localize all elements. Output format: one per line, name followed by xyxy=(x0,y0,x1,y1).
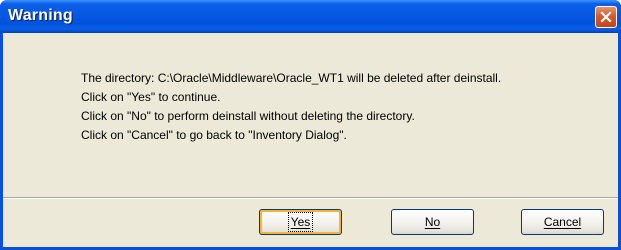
button-separator xyxy=(3,197,618,199)
message-line-no: Click on "No" to perform deinstall witho… xyxy=(81,109,415,123)
close-icon xyxy=(600,11,612,23)
message-line-yes: Click on "Yes" to continue. xyxy=(81,90,221,104)
close-button[interactable] xyxy=(595,6,617,28)
dialog-title: Warning xyxy=(8,7,73,24)
message-text: The directory: C:\Oracle\Middleware\Orac… xyxy=(81,69,501,145)
no-button[interactable]: No xyxy=(391,209,474,235)
cancel-button-label: Cancel xyxy=(543,215,582,229)
title-bar[interactable]: Warning xyxy=(0,0,621,33)
dialog-body: The directory: C:\Oracle\Middleware\Orac… xyxy=(3,33,618,247)
yes-button-label: Yes xyxy=(287,212,314,232)
yes-button[interactable]: Yes xyxy=(259,209,342,235)
message-line-cancel: Click on "Cancel" to go back to "Invento… xyxy=(81,128,347,142)
warning-dialog: Warning The directory: C:\Oracle\Middlew… xyxy=(0,0,621,250)
no-button-label: No xyxy=(424,215,441,229)
message-line-directory: The directory: C:\Oracle\Middleware\Orac… xyxy=(81,71,502,85)
cancel-button[interactable]: Cancel xyxy=(521,209,604,235)
